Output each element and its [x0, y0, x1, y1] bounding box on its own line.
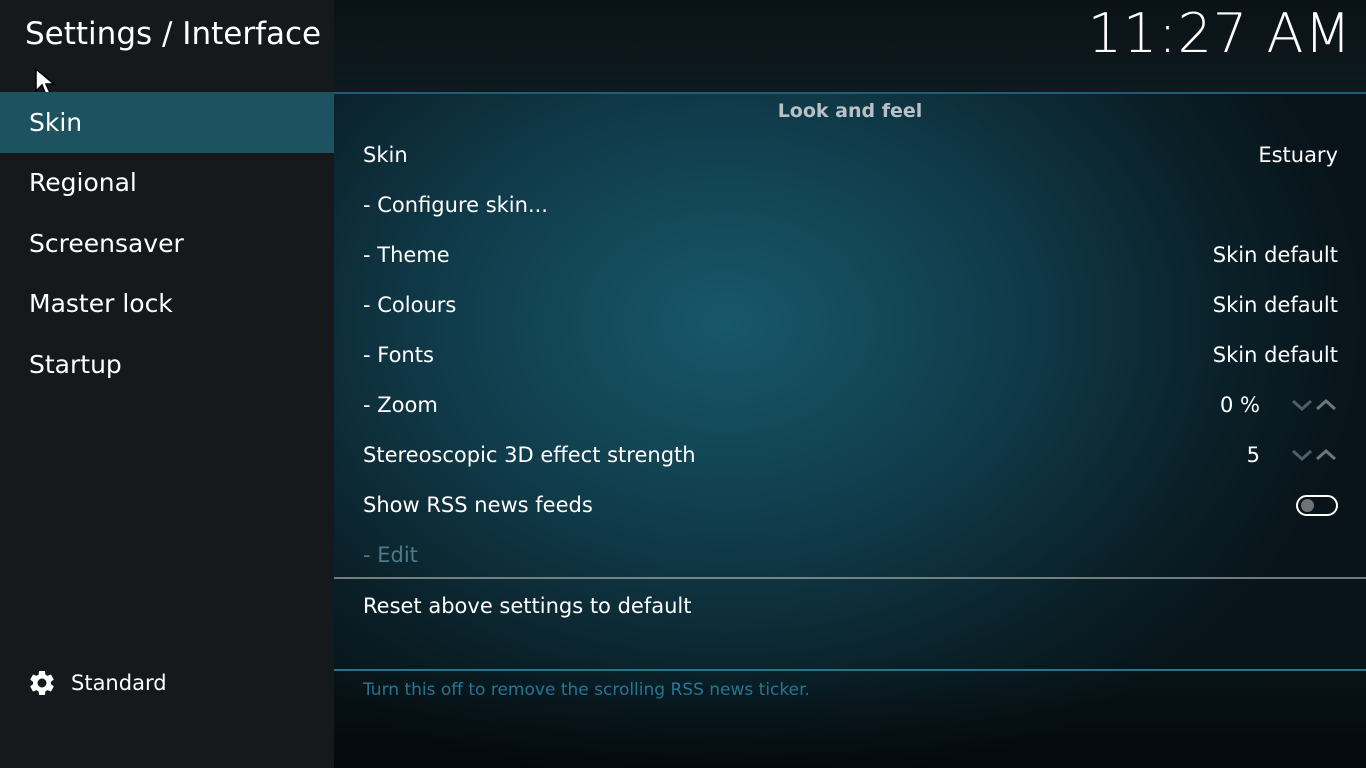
divider [334, 669, 1366, 671]
settings-level-label: Standard [71, 671, 167, 695]
sidebar-item-label: Regional [29, 168, 137, 198]
sidebar: Settings / Interface Skin Regional Scree… [0, 0, 334, 768]
setting-value: Estuary [1258, 143, 1338, 167]
chevron-down-icon[interactable] [1290, 398, 1314, 412]
setting-value: 0 % [1220, 393, 1260, 417]
spin-control [1290, 448, 1338, 462]
chevron-up-icon[interactable] [1314, 398, 1338, 412]
reset-label: Reset above settings to default [363, 594, 692, 618]
settings-panel: 11:27 AM Look and feel Skin Estuary - Co… [334, 0, 1366, 768]
chevron-down-icon[interactable] [1290, 448, 1314, 462]
sidebar-nav: Skin Regional Screensaver Master lock St… [0, 92, 334, 395]
setting-fonts[interactable]: - Fonts Skin default [363, 330, 1338, 380]
setting-label: - Fonts [363, 343, 434, 367]
setting-label: - Theme [363, 243, 450, 267]
chevron-up-icon[interactable] [1314, 448, 1338, 462]
reset-settings-button[interactable]: Reset above settings to default [363, 581, 1338, 631]
setting-label: - Configure skin... [363, 193, 548, 217]
divider [334, 577, 1366, 579]
spin-control [1290, 398, 1338, 412]
setting-skin[interactable]: Skin Estuary [363, 130, 1338, 180]
setting-value-group: 0 % [1220, 393, 1338, 417]
section-heading: Look and feel [777, 100, 923, 122]
setting-configure-skin[interactable]: - Configure skin... [363, 180, 1338, 230]
settings-level-button[interactable]: Standard [27, 668, 167, 698]
setting-value: Skin default [1212, 293, 1338, 317]
setting-label: - Colours [363, 293, 457, 317]
sidebar-item-startup[interactable]: Startup [0, 334, 334, 395]
setting-label: Show RSS news feeds [363, 493, 593, 517]
gear-icon [30, 670, 54, 695]
sidebar-item-master-lock[interactable]: Master lock [0, 274, 334, 335]
setting-value: 5 [1246, 443, 1260, 467]
setting-value: Skin default [1212, 343, 1338, 367]
setting-label: - Zoom [363, 393, 438, 417]
sidebar-item-label: Startup [29, 349, 122, 379]
sidebar-item-regional[interactable]: Regional [0, 153, 334, 214]
setting-colours[interactable]: - Colours Skin default [363, 280, 1338, 330]
sidebar-item-label: Skin [29, 107, 83, 137]
sidebar-item-label: Screensaver [29, 228, 184, 258]
toggle-knob [1301, 498, 1314, 512]
setting-label: Skin [363, 143, 408, 167]
sidebar-item-screensaver[interactable]: Screensaver [0, 213, 334, 274]
help-text: Turn this off to remove the scrolling RS… [363, 680, 810, 700]
setting-show-rss[interactable]: Show RSS news feeds [363, 480, 1338, 530]
setting-label: Stereoscopic 3D effect strength [363, 443, 696, 467]
header-divider [334, 92, 1366, 94]
sidebar-item-skin[interactable]: Skin [0, 92, 334, 153]
setting-zoom[interactable]: - Zoom 0 % [363, 380, 1338, 430]
clock: 11:27 AM [1087, 2, 1352, 65]
setting-theme[interactable]: - Theme Skin default [363, 230, 1338, 280]
setting-stereoscopic-strength[interactable]: Stereoscopic 3D effect strength 5 [363, 430, 1338, 480]
setting-value: Skin default [1212, 243, 1338, 267]
sidebar-item-label: Master lock [29, 289, 173, 319]
page-title: Settings / Interface [25, 16, 322, 52]
setting-value-group: 5 [1247, 443, 1338, 467]
rss-toggle[interactable] [1296, 494, 1338, 516]
setting-label: - Edit [363, 543, 418, 567]
setting-edit-rss: - Edit [363, 530, 1338, 580]
